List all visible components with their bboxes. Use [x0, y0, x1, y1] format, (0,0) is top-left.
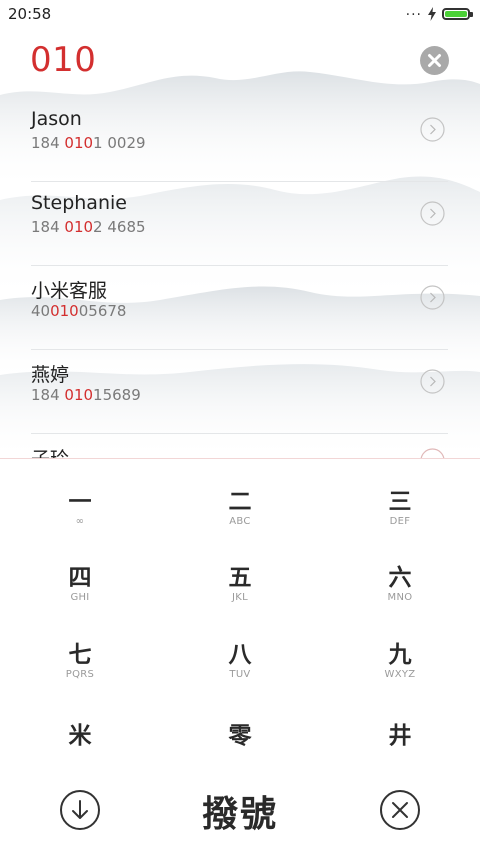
- number-suffix: 15689: [93, 386, 141, 404]
- number-suffix: 05678: [78, 302, 127, 320]
- number-prefix: 184: [31, 134, 65, 152]
- key-letters: ∞: [75, 516, 85, 527]
- chevron-right-circle-icon[interactable]: [420, 117, 445, 142]
- chevron-right-circle-icon[interactable]: [420, 285, 445, 310]
- contact-list[interactable]: Jason 184 0101 0029 Stephanie 184 0102 4…: [0, 98, 480, 458]
- chevron-right-circle-icon[interactable]: [420, 201, 445, 226]
- number-suffix: 2 4685: [93, 218, 146, 236]
- key-3[interactable]: 三 DEF: [320, 459, 480, 535]
- number-match: 010: [64, 134, 94, 152]
- keypad-actions: 撥號: [0, 777, 480, 843]
- key-4[interactable]: 四 GHI: [0, 535, 160, 611]
- key-7[interactable]: 七 PQRS: [0, 612, 160, 688]
- key-glyph: 九: [388, 641, 412, 668]
- number-match: 010: [50, 302, 79, 320]
- chevron-right-circle-icon[interactable]: [420, 369, 445, 394]
- contact-number: 184 01015689: [31, 386, 141, 404]
- key-glyph: 三: [388, 488, 412, 515]
- key-glyph: 五: [228, 564, 252, 591]
- key-letters: PQRS: [65, 669, 95, 680]
- contact-name: Stephanie: [31, 192, 127, 214]
- key-glyph: 六: [388, 564, 412, 591]
- key-letters: MNO: [387, 592, 413, 603]
- key-glyph: 一: [68, 488, 92, 515]
- dial-keypad: 一 ∞ 二 ABC 三 DEF 四 GHI 五 JKL 六 MNO 七 PQRS…: [0, 458, 480, 854]
- contact-row[interactable]: Jason 184 0101 0029: [0, 98, 480, 182]
- key-letters: ABC: [229, 516, 251, 527]
- key-glyph: 四: [68, 564, 92, 591]
- contact-name: 燕婷: [31, 364, 70, 386]
- contact-name: Jason: [31, 108, 82, 130]
- contact-name: 小米客服: [31, 280, 108, 302]
- contact-row[interactable]: 燕婷 184 01015689: [0, 350, 480, 434]
- key-glyph: 井: [388, 722, 412, 749]
- number-match: 010: [64, 386, 94, 404]
- number-prefix: 184: [31, 386, 65, 404]
- delete-button[interactable]: [380, 790, 420, 830]
- key-letters: GHI: [70, 592, 90, 603]
- key-star[interactable]: 米: [0, 685, 160, 761]
- number-suffix: 1 0029: [93, 134, 146, 152]
- key-8[interactable]: 八 TUV: [160, 612, 320, 688]
- contact-row[interactable]: 小米客服 4001005678: [0, 266, 480, 350]
- key-6[interactable]: 六 MNO: [320, 535, 480, 611]
- key-glyph: 七: [68, 641, 92, 668]
- key-glyph: 八: [228, 641, 252, 668]
- key-glyph: 零: [228, 722, 252, 749]
- key-letters: DEF: [389, 516, 411, 527]
- contact-number: 184 0101 0029: [31, 134, 146, 152]
- key-letters: WXYZ: [384, 669, 416, 680]
- number-prefix: 184: [31, 218, 65, 236]
- key-glyph: 二: [228, 488, 252, 515]
- arrow-down-circle-icon: [72, 800, 88, 819]
- contact-name: 子玲: [31, 444, 69, 458]
- key-letters: JKL: [232, 592, 248, 603]
- dial-button[interactable]: 撥號: [190, 785, 290, 837]
- contact-row[interactable]: Stephanie 184 0102 4685: [0, 182, 480, 266]
- collapse-keypad-button[interactable]: [60, 790, 100, 830]
- key-hash[interactable]: 井: [320, 685, 480, 761]
- key-1[interactable]: 一 ∞: [0, 459, 160, 535]
- number-prefix: 40: [31, 302, 51, 320]
- key-9[interactable]: 九 WXYZ: [320, 612, 480, 688]
- number-match: 010: [64, 218, 94, 236]
- key-glyph: 米: [68, 722, 92, 749]
- clear-x-icon: [428, 54, 441, 67]
- key-0[interactable]: 零: [160, 685, 320, 761]
- contact-row[interactable]: 子玲: [0, 434, 480, 458]
- dialed-number: 010: [30, 40, 97, 80]
- contact-number: 184 0102 4685: [31, 218, 146, 236]
- close-circle-icon: [392, 802, 408, 818]
- key-2[interactable]: 二 ABC: [160, 459, 320, 535]
- chevron-right-circle-icon[interactable]: [420, 448, 445, 458]
- key-5[interactable]: 五 JKL: [160, 535, 320, 611]
- contact-number: 4001005678: [31, 302, 126, 320]
- clear-input-button[interactable]: [420, 46, 449, 75]
- key-letters: TUV: [229, 669, 251, 680]
